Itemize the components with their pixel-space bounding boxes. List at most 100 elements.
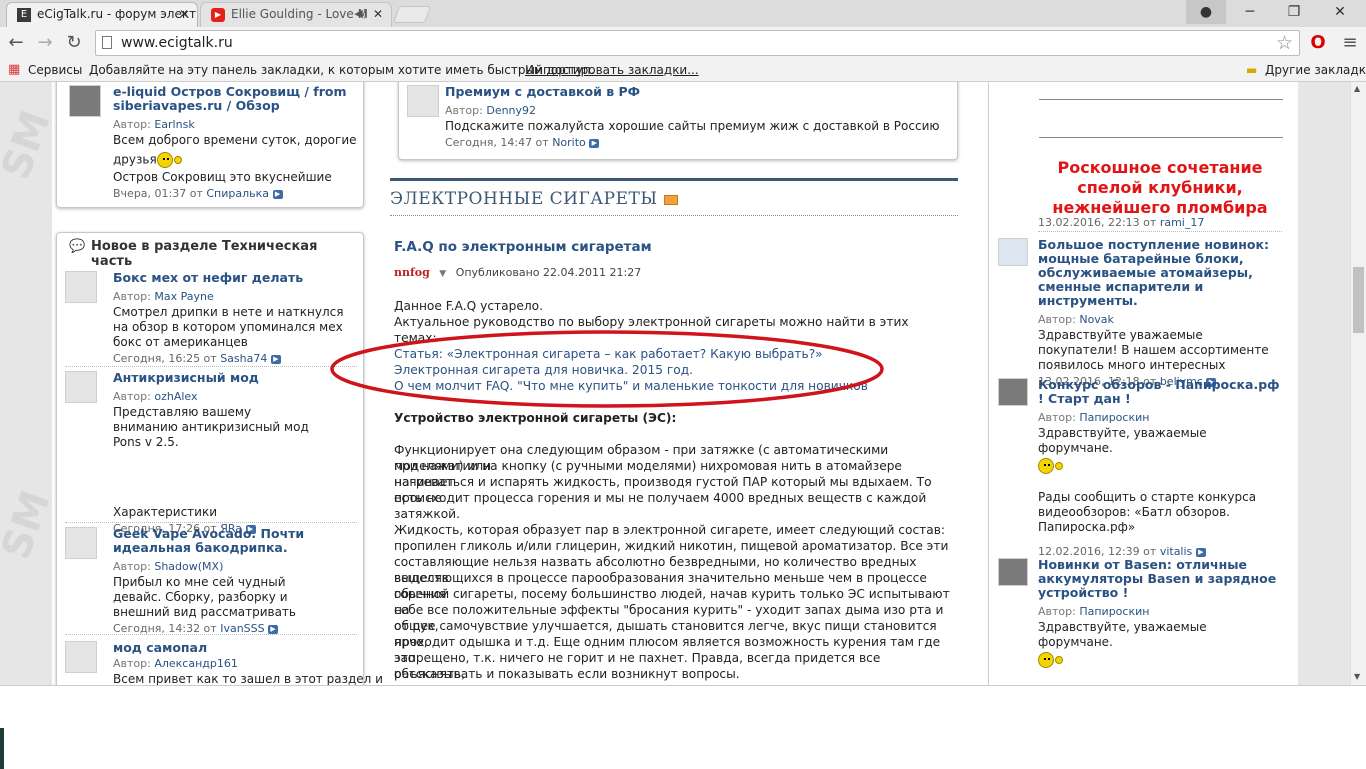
paragraph-line: рассказывать и показывать если возникнут… (394, 667, 740, 681)
list-item[interactable]: Новинки от Basen: отличные аккумуляторы … (998, 558, 1282, 668)
close-icon[interactable]: ✕ (373, 3, 383, 25)
article-title[interactable]: F.A.Q по электронным сигаретам (394, 239, 954, 255)
maximize-button[interactable]: ❐ (1272, 0, 1316, 24)
item-text: Всем привет как то зашел в этот раздел и (113, 672, 383, 685)
item-title[interactable]: e-liquid Остров Сокровищ / from (113, 85, 357, 99)
import-bookmarks-link[interactable]: Импортировать закладки... (525, 59, 699, 81)
watermark: SM (0, 104, 60, 186)
bookmarks-bar: ▦ Сервисы Добавляйте на эту панель закла… (0, 59, 1366, 82)
user-icon[interactable]: ● (1186, 0, 1226, 24)
apps-grid-icon[interactable]: ▦ (8, 59, 20, 81)
user-link[interactable]: rami_17 (1160, 216, 1205, 229)
list-item[interactable]: Geek Vape Avocado. Почти идеальная бакод… (65, 527, 357, 635)
reload-icon[interactable]: ↻ (62, 31, 86, 55)
scroll-down-icon[interactable]: ▼ (1354, 672, 1360, 681)
promo-text[interactable]: Роскошное сочетание спелой клубники, неж… (1038, 158, 1282, 218)
author-link[interactable]: Earlnsk (154, 118, 194, 131)
author-label: Автор: (1038, 605, 1076, 618)
goto-icon[interactable]: ▶ (270, 354, 281, 364)
list-item[interactable]: Конкурс обзоров - Папироска.рф ! Старт д… (998, 378, 1282, 558)
speaker-icon: ◀) (354, 7, 367, 20)
forward-icon[interactable]: → (33, 31, 57, 55)
item-text: Здравствуйте уважаемые покупатели! В наш… (1038, 328, 1269, 372)
subheading: Устройство электронной сигареты (ЭС): (394, 411, 677, 425)
user-link[interactable]: Sasha74 (220, 352, 267, 365)
panel-header: 💬 Новое в разделе Техническая часть (57, 233, 363, 269)
author-link[interactable]: Папироскин (1079, 605, 1149, 618)
goto-icon[interactable]: ▶ (1195, 547, 1206, 557)
tab-youtube[interactable]: ▶ Ellie Goulding - Love M ◀) ✕ (200, 2, 392, 27)
other-bookmarks[interactable]: Другие закладки (1265, 59, 1366, 81)
author-link[interactable]: Александр161 (154, 657, 238, 670)
smiley-icon (1038, 458, 1054, 474)
promo-line: спелой клубники, (1077, 178, 1243, 197)
paragraph-line: Жидкость, которая образует пар в электро… (394, 523, 946, 537)
item-text: Смотрел дрипки в нете и наткнулся на обз… (113, 305, 344, 349)
address-bar[interactable]: www.ecigtalk.ru ☆ (95, 30, 1300, 56)
promo-line: Роскошное сочетание (1057, 158, 1263, 177)
minimize-button[interactable]: ─ (1228, 0, 1272, 24)
item-title[interactable]: Новинки от Basen: отличные аккумуляторы … (1038, 558, 1282, 600)
rss-icon[interactable] (663, 194, 678, 205)
author-label: Автор: (113, 290, 151, 303)
author-link[interactable]: Max Payne (154, 290, 213, 303)
divider (1039, 137, 1283, 138)
section-title[interactable]: ЭЛЕКТРОННЫЕ СИГАРЕТЫ (390, 189, 658, 209)
item-text: Всем доброго времени суток, дорогие (113, 133, 357, 147)
list-item[interactable]: Антикризисный мод Автор: ozhAlex Предста… (65, 371, 357, 535)
item-title[interactable]: Конкурс обзоров - Папироска.рф ! Старт д… (1038, 378, 1282, 406)
item-title[interactable]: siberiavapes.ru / Обзор (113, 99, 357, 113)
author-link[interactable]: ozhAlex (154, 390, 197, 403)
bookmarks-hint: Добавляйте на эту панель закладки, к кот… (89, 63, 595, 77)
item-title[interactable]: Бокс мех от нефиг делать (113, 271, 357, 285)
list-item[interactable]: e-liquid Остров Сокровищ / from siberiav… (65, 85, 357, 205)
web-page: SM SM SMOKITO e-liquid Остров Сокровищ /… (0, 82, 1350, 685)
scrollbar[interactable]: ▲ ▼ (1350, 82, 1366, 685)
scroll-up-icon[interactable]: ▲ (1354, 84, 1360, 93)
paragraph-line: происходит процесса горения и мы не полу… (394, 491, 927, 521)
avatar (69, 85, 101, 117)
bottom-blank-area (0, 685, 1366, 769)
apps-link[interactable]: Сервисы (28, 59, 82, 81)
list-item[interactable]: Бокс мех от нефиг делать Автор: Max Payn… (65, 271, 357, 367)
back-icon[interactable]: ← (4, 31, 28, 55)
chevron-down-icon[interactable]: ▼ (439, 269, 446, 279)
new-tab-button[interactable] (392, 6, 432, 23)
opera-extension-icon[interactable]: O (1306, 31, 1330, 55)
list-item[interactable]: мод самопал Автор: Александр161 Всем при… (65, 641, 383, 685)
smiley-icon (1038, 652, 1054, 668)
author-link[interactable]: Папироскин (1079, 411, 1149, 424)
item-title[interactable]: Антикризисный мод (113, 371, 357, 385)
article-author[interactable]: nnfog (394, 266, 430, 279)
item-when: Сегодня, 16:25 от (113, 352, 217, 365)
window-close-button[interactable]: ✕ (1318, 0, 1362, 24)
item-title[interactable]: Geek Vape Avocado. Почти идеальная бакод… (113, 527, 357, 555)
folder-icon: ▬ (1246, 63, 1258, 77)
smiley-icon (1055, 462, 1063, 470)
item-title[interactable]: мод самопал (113, 641, 357, 655)
close-icon[interactable]: ✕ (179, 3, 189, 25)
desktop-edge (0, 728, 4, 769)
user-link[interactable]: IvanSSS (220, 622, 264, 635)
tab-ecigtalk[interactable]: E eCigTalk.ru - форум элект ✕ (6, 2, 198, 27)
scrollbar-thumb[interactable] (1353, 267, 1364, 333)
author-link[interactable]: Novak (1079, 313, 1114, 326)
item-title[interactable]: Большое поступление новинок: мощные бата… (1038, 238, 1282, 308)
watermark: SM (0, 484, 60, 566)
avatar (998, 378, 1028, 406)
avatar (65, 271, 97, 303)
list-item[interactable]: Большое поступление новинок: мощные бата… (998, 238, 1282, 388)
author-link[interactable]: Shadow(MX) (154, 560, 223, 573)
tab-strip: E eCigTalk.ru - форум элект ✕ ▶ Ellie Go… (0, 0, 1366, 27)
tab-title: eCigTalk.ru - форум элект (37, 7, 197, 21)
item-text: друзья (113, 152, 157, 167)
goto-icon[interactable]: ▶ (268, 624, 279, 634)
url-text: www.ecigtalk.ru (121, 35, 233, 51)
address-row: ← → ↻ www.ecigtalk.ru ☆ O ≡ (0, 27, 1366, 59)
menu-icon[interactable]: ≡ (1338, 31, 1362, 55)
divider (1039, 99, 1283, 100)
goto-icon[interactable]: ▶ (272, 189, 283, 199)
bookmark-star-icon[interactable]: ☆ (1276, 31, 1293, 55)
item-text: Здравствуйте, уважаемые форумчане. (1038, 620, 1207, 649)
user-link[interactable]: Спиралька (206, 187, 269, 200)
